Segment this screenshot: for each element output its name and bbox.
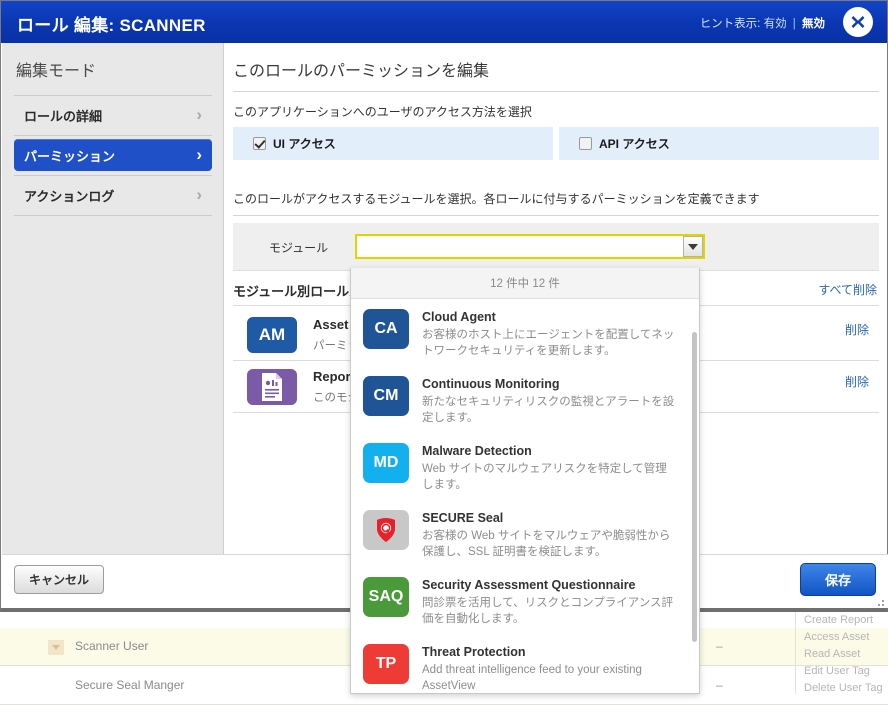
module-name: Cloud Agent [422,310,496,324]
divider [14,95,212,96]
dropdown-item-secure-seal[interactable]: SECURE Seal お客様の Web サイトをマルウェアや脆弱性から保護し、… [351,501,699,568]
cancel-button[interactable]: キャンセル [14,565,105,594]
background-permission-item: Read Asset [804,648,861,660]
divider [14,175,212,176]
module-select-description: このロールがアクセスするモジュールを選択。各ロールに付与するパーミッションを定義… [233,192,760,206]
ui-access-checkbox[interactable] [253,137,266,150]
api-access-checkbox[interactable] [579,137,592,150]
module-select-row: モジュール [233,223,879,271]
dropdown-item-cloud-agent[interactable]: CA Cloud Agent お客様のホスト上にエージェントを配置してネットワー… [351,300,699,367]
module-badge-cm: CM [363,376,409,416]
api-access-option[interactable]: API アクセス [559,127,879,160]
sidebar-item-role-details[interactable]: ロールの詳細 › [14,99,212,131]
chevron-down-icon[interactable] [683,236,703,257]
module-description: お客様の Web サイトをマルウェアや脆弱性から保護し、SSL 証明書を検証しま… [422,530,671,558]
dropdown-item-threat-protection[interactable]: TP Threat Protection Add threat intellig… [351,635,699,693]
hint-toggle-group: ヒント表示: 有効 | 無効 [700,15,825,31]
dropdown-item-continuous-monitoring[interactable]: CM Continuous Monitoring 新たなセキュリティリスクの監視… [351,367,699,434]
module-combobox[interactable] [355,234,705,259]
chevron-right-icon: › [196,145,202,164]
sidebar-item-label: パーミッション [24,148,116,164]
dropdown-item-malware-detection[interactable]: MD Malware Detection Web サイトのマルウェアリスクを特定… [351,434,699,501]
hint-enable-link[interactable]: 有効 [764,18,787,30]
module-name: Malware Detection [422,444,532,458]
hint-separator: | [792,18,796,30]
divider [14,135,212,136]
module-description: お客様のホスト上にエージェントを配置してネットワークセキュリティを更新します。 [422,329,675,357]
sidebar-item-action-log[interactable]: アクションログ › [14,179,212,211]
divider [233,91,879,92]
module-description: 問診票を活用して、リスクとコンプライアンス評価を自動化します。 [422,597,674,625]
background-row-label: Secure Seal Manger [75,678,185,692]
close-icon[interactable] [843,7,873,37]
modal-title: ロール 編集: SCANNER [17,16,206,35]
background-row-dash: – [716,639,723,653]
module-description: Web サイトのマルウェアリスクを特定して管理します。 [422,463,667,491]
module-description: Add threat intelligence feed to your exi… [422,664,642,692]
divider [233,215,879,216]
secure-seal-shield-icon [363,510,409,550]
module-badge-ca: CA [363,309,409,349]
delete-link[interactable]: 削除 [845,373,869,390]
dropdown-result-count: 12 件中 12 件 [351,268,699,299]
sidebar-title: 編集モード [16,63,97,80]
delete-all-link[interactable]: すべて削除 [818,281,877,298]
sidebar-item-permissions[interactable]: パーミッション › [14,139,212,171]
background-permission-list: Create Report Access Asset Read Asset Ed… [795,612,888,694]
resize-grip[interactable] [874,596,884,606]
page-title: このロールのパーミッションを編集 [233,63,490,80]
module-dropdown[interactable]: 12 件中 12 件 CA Cloud Agent お客様のホスト上にエージェン… [350,268,700,694]
background-permission-item: Create Report [804,614,874,626]
module-name: Threat Protection [422,645,526,659]
background-row-dash: – [716,678,723,692]
module-badge-am: AM [247,317,297,353]
module-name: SECURE Seal [422,511,504,525]
sidebar-item-label: ロールの詳細 [24,108,103,124]
module-name: Security Assessment Questionnaire [422,578,636,592]
ui-access-label: UI アクセス [273,137,336,151]
hint-disable-link[interactable]: 無効 [802,18,825,30]
module-field-label: モジュール [269,241,329,255]
document-report-icon [247,369,297,405]
background-permission-item: Edit User Tag [804,665,870,677]
sidebar: 編集モード ロールの詳細 › パーミッション › アクションログ › [2,43,224,558]
dropdown-scrollbar[interactable] [692,332,697,642]
module-description: 新たなセキュリティリスクの監視とアラートを設定します。 [422,396,675,424]
module-badge-tp: TP [363,644,409,684]
save-button[interactable]: 保存 [799,563,876,596]
dropdown-item-security-assessment-questionnaire[interactable]: SAQ Security Assessment Questionnaire 問診… [351,568,699,635]
dropdown-list[interactable]: CA Cloud Agent お客様のホスト上にエージェントを配置してネットワー… [351,300,699,693]
chevron-right-icon: › [196,105,202,124]
chevron-right-icon: › [196,185,202,204]
module-search-input[interactable] [357,236,683,257]
hint-label: ヒント表示: [699,18,761,30]
sidebar-item-label: アクションログ [24,188,115,204]
divider [14,215,212,216]
ui-access-option[interactable]: UI アクセス [233,127,553,160]
expand-caret-icon[interactable] [48,640,64,655]
background-permission-item: Delete User Tag [804,682,883,694]
module-badge-md: MD [363,443,409,483]
api-access-label: API アクセス [599,137,670,151]
background-permission-item: Access Asset [804,631,870,643]
delete-link[interactable]: 削除 [845,321,869,338]
module-name: Continuous Monitoring [422,377,560,391]
access-method-label: このアプリケーションへのユーザのアクセス方法を選択 [233,105,532,119]
modal-titlebar: ロール 編集: SCANNER ヒント表示: 有効 | 無効 [1,1,887,43]
background-row-label: Scanner User [75,639,149,653]
module-badge-saq: SAQ [363,577,409,617]
